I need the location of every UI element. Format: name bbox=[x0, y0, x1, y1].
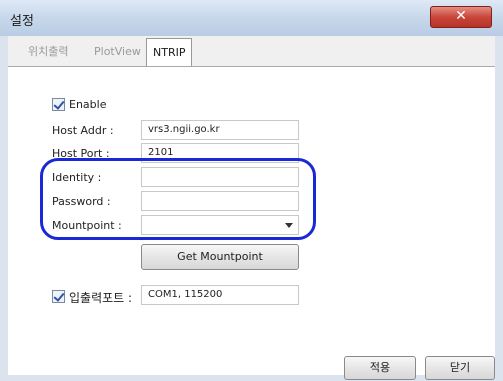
io-port-label: 입출력포트 : bbox=[69, 291, 133, 305]
io-port-value: COM1, 115200 bbox=[141, 285, 299, 305]
io-port-checkbox[interactable] bbox=[52, 290, 65, 303]
right-frame bbox=[495, 36, 503, 381]
host-addr-label: Host Addr : bbox=[52, 124, 114, 137]
close-button[interactable]: 닫기 bbox=[425, 356, 495, 380]
tab-plotview[interactable]: PlotView bbox=[88, 40, 147, 64]
window-title: 설정 bbox=[10, 14, 34, 29]
host-addr-input[interactable]: vrs3.ngii.go.kr bbox=[141, 120, 299, 140]
tab-strip: 위치출력 PlotView NTRIP bbox=[8, 36, 495, 67]
close-window-button[interactable]: ✕ bbox=[430, 6, 492, 28]
enable-label: Enable bbox=[69, 98, 107, 111]
get-mountpoint-button[interactable]: Get Mountpoint bbox=[141, 244, 299, 270]
apply-button[interactable]: 적용 bbox=[344, 356, 416, 380]
enable-checkbox[interactable] bbox=[52, 98, 65, 111]
left-frame bbox=[0, 36, 8, 381]
tab-position-output[interactable]: 위치출력 bbox=[22, 40, 74, 64]
tab-ntrip[interactable]: NTRIP bbox=[146, 38, 193, 67]
highlight-annotation bbox=[40, 158, 316, 240]
settings-window: 설정 ✕ 위치출력 PlotView NTRIP Enable Host Add… bbox=[0, 0, 503, 381]
close-icon: ✕ bbox=[455, 8, 467, 24]
title-bar: 설정 ✕ bbox=[0, 0, 503, 37]
